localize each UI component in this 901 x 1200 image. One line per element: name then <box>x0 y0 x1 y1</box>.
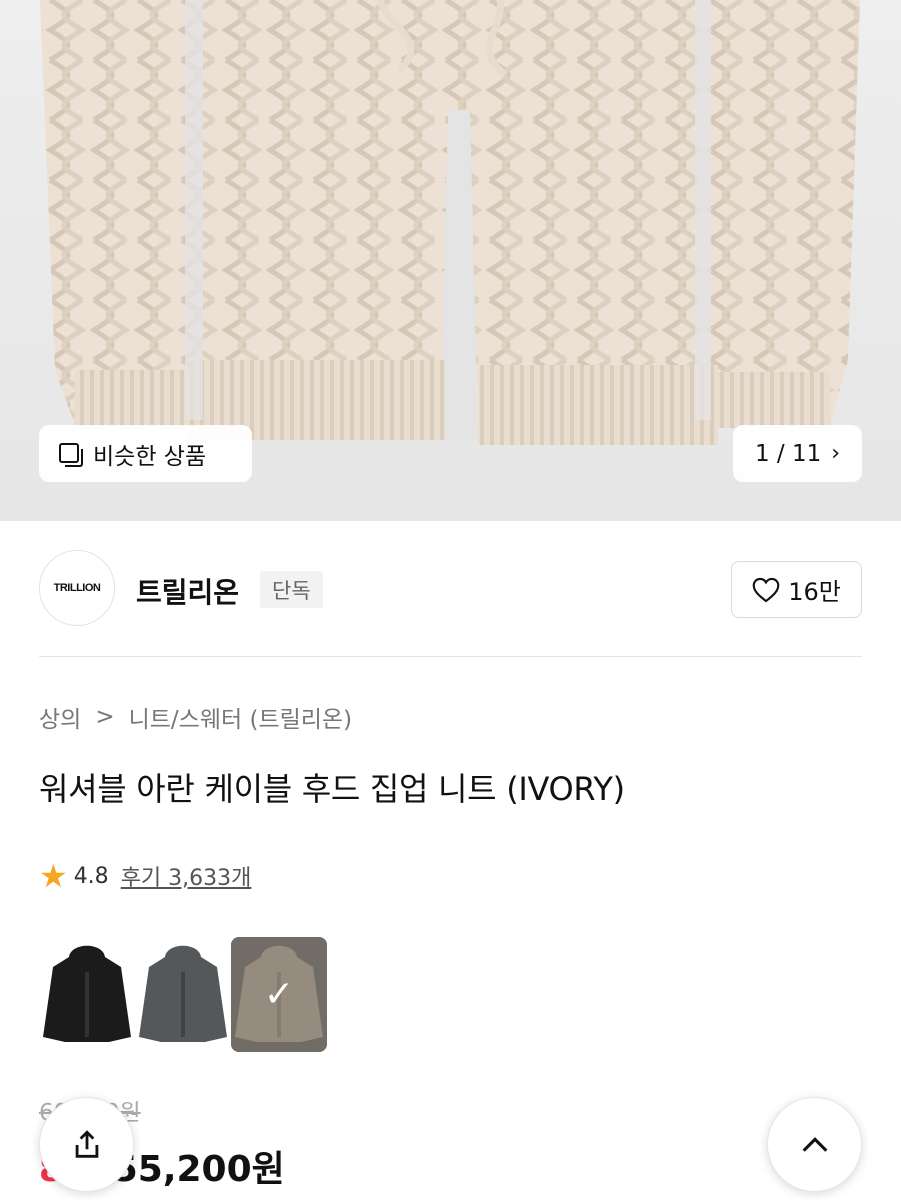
brand-logo[interactable]: TRILLION <box>39 550 115 626</box>
like-button[interactable]: 16만 <box>731 561 862 618</box>
like-count: 16만 <box>788 578 841 606</box>
star-icon: ★ <box>39 857 68 895</box>
similar-products-button[interactable]: 비슷한 상품 <box>39 425 252 482</box>
reviews-link[interactable]: 후기 3,633개 <box>121 860 252 892</box>
breadcrumb-subcategory[interactable]: 니트/스웨터 (트릴리온) <box>129 700 352 734</box>
scroll-top-button[interactable] <box>767 1097 862 1192</box>
image-counter-button[interactable]: 1 / 11 › <box>733 425 862 482</box>
image-counter: 1 / 11 <box>754 440 822 467</box>
rating: ★ 4.8 후기 3,633개 <box>39 860 251 892</box>
exclusive-badge: 단독 <box>260 571 323 608</box>
swatch-black[interactable] <box>39 937 135 1052</box>
share-icon <box>75 1129 98 1158</box>
similar-products-label: 비슷한 상품 <box>93 443 207 470</box>
chevron-up-icon <box>802 1136 827 1152</box>
swatch-ivory[interactable]: ✓ <box>231 937 327 1052</box>
rating-score: 4.8 <box>73 863 109 889</box>
chevron-right-icon: > <box>95 704 115 730</box>
breadcrumb-category[interactable]: 상의 <box>39 700 81 734</box>
chevron-right-icon: › <box>831 441 841 466</box>
brand-name[interactable]: 트릴리온 <box>136 571 239 611</box>
product-image[interactable]: 비슷한 상품 1 / 11 › <box>0 0 901 521</box>
brand-row: TRILLION 트릴리온 단독 16만 <box>39 549 862 629</box>
swatch-charcoal[interactable] <box>135 937 231 1052</box>
brand-logo-text: TRILLION <box>53 582 101 594</box>
divider <box>39 656 862 657</box>
heart-icon <box>752 577 780 602</box>
breadcrumb: 상의 > 니트/스웨터 (트릴리온) <box>39 700 352 734</box>
current-price: 55,200원 <box>112 1149 285 1190</box>
product-title: 워셔블 아란 케이블 후드 집업 니트 (IVORY) <box>39 770 625 808</box>
copy-icon <box>59 442 83 467</box>
checkmark-icon: ✓ <box>231 937 327 1052</box>
share-button[interactable] <box>39 1097 134 1192</box>
color-swatches: ✓ <box>39 937 327 1052</box>
